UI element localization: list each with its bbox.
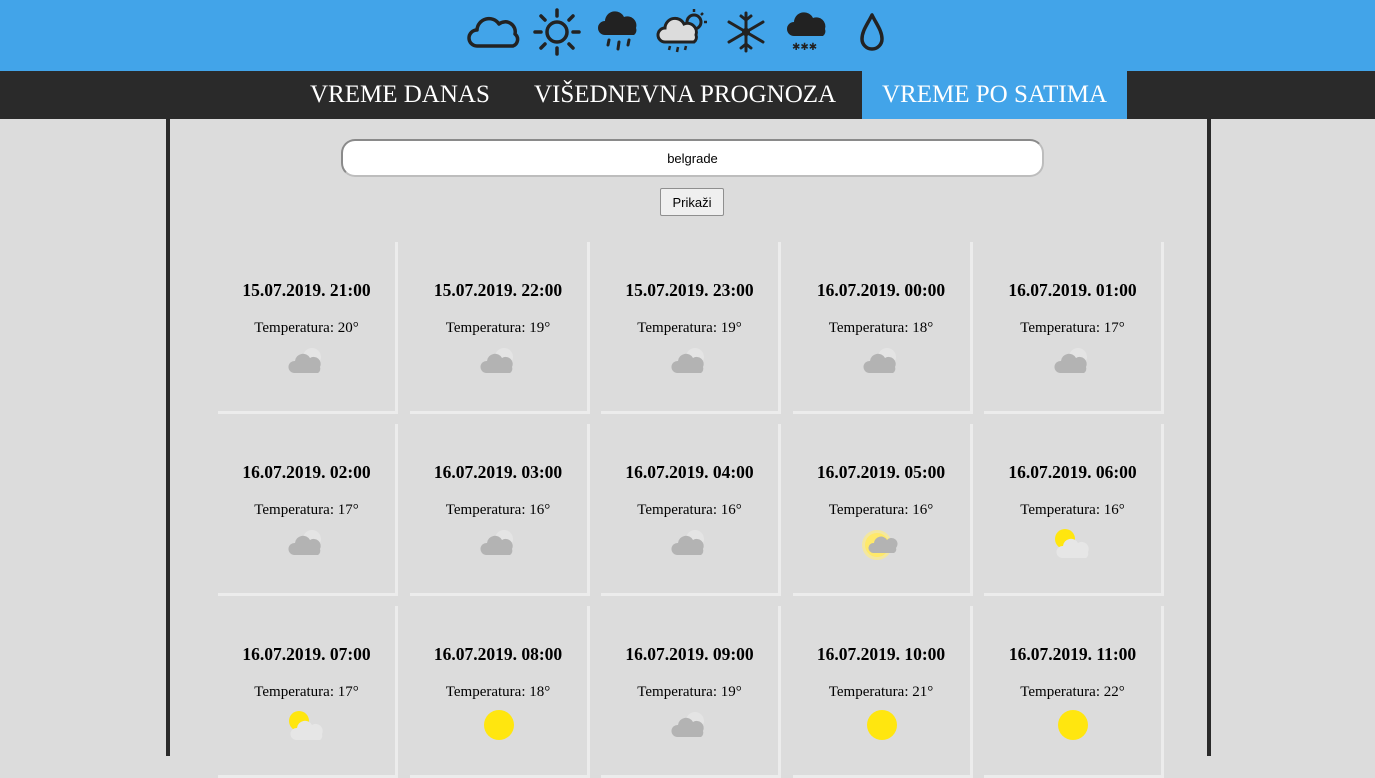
forecast-temperature: Temperatura: 19° [637, 320, 742, 336]
forecast-temperature: Temperatura: 21° [828, 684, 934, 700]
forecast-datetime: 16.07.2019. 06:00 [1008, 462, 1137, 482]
forecast-temperature: Temperatura: 19° [445, 320, 551, 336]
forecast-datetime: 16.07.2019. 11:00 [1008, 644, 1137, 664]
forecast-datetime: 16.07.2019. 01:00 [1008, 280, 1137, 300]
nav-item-visednevna-prognoza[interactable]: VIŠEDNEVNA PROGNOZA [514, 71, 856, 119]
cloud-icon [476, 343, 522, 379]
header-banner: ✱✱✱ [0, 0, 1375, 71]
forecast-datetime: 16.07.2019. 09:00 [625, 644, 754, 664]
cloud-icon [859, 343, 905, 379]
snowflake-icon [714, 6, 777, 58]
forecast-temperature: Temperatura: 16° [445, 502, 551, 518]
forecast-temperature: Temperatura: 17° [254, 502, 359, 518]
cloud-icon [476, 525, 522, 561]
forecast-card: 16.07.2019. 00:00 Temperatura: 18° [792, 242, 973, 414]
main-nav: VREME DANAS VIŠEDNEVNA PROGNOZA VREME PO… [0, 71, 1375, 119]
forecast-card: 16.07.2019. 05:00 Temperatura: 16° [792, 424, 973, 596]
forecast-datetime: 15.07.2019. 23:00 [625, 280, 754, 300]
nav-item-vreme-danas[interactable]: VREME DANAS [290, 71, 510, 119]
forecast-temperature: Temperatura: 16° [1020, 502, 1125, 518]
nav-item-vreme-po-satima[interactable]: VREME PO SATIMA [862, 71, 1127, 119]
city-search-input[interactable] [341, 139, 1044, 177]
forecast-card: 16.07.2019. 11:00 Temperatura: 22° [984, 606, 1164, 778]
forecast-temperature: Temperatura: 18° [445, 684, 551, 700]
partly-sunny-icon [284, 707, 330, 743]
forecast-temperature: Temperatura: 20° [254, 320, 359, 336]
forecast-datetime: 16.07.2019. 10:00 [816, 644, 946, 664]
forecast-card: 16.07.2019. 03:00 Temperatura: 16° [409, 424, 590, 596]
sun-icon [1050, 707, 1096, 743]
forecast-temperature: Temperatura: 18° [828, 320, 934, 336]
forecast-datetime: 15.07.2019. 21:00 [242, 280, 371, 300]
forecast-card: 16.07.2019. 04:00 Temperatura: 16° [601, 424, 781, 596]
forecast-card: 16.07.2019. 07:00 Temperatura: 17° [218, 606, 398, 778]
forecast-card: 16.07.2019. 02:00 Temperatura: 17° [218, 424, 398, 596]
sun-icon [476, 707, 522, 743]
sun-icon [525, 6, 588, 58]
cloud-icon [667, 707, 713, 743]
cloud-icon [284, 343, 330, 379]
cloud-icon [667, 343, 713, 379]
forecast-card: 16.07.2019. 01:00 Temperatura: 17° [984, 242, 1164, 414]
weather-icons-banner: ✱✱✱ [462, 6, 903, 58]
cloud-icon [462, 6, 525, 58]
forecast-datetime: 15.07.2019. 22:00 [433, 280, 563, 300]
main-content: Prikaži 15.07.2019. 21:00 Temperatura: 20… [166, 119, 1211, 778]
show-button[interactable]: Prikaži [660, 188, 724, 216]
cloud-icon [1050, 343, 1096, 379]
forecast-card: 15.07.2019. 22:00 Temperatura: 19° [409, 242, 590, 414]
drop-icon [840, 6, 903, 58]
forecast-temperature: Temperatura: 17° [254, 684, 359, 700]
snow-cloud-icon: ✱✱✱ [777, 6, 840, 58]
cloud-icon [667, 525, 713, 561]
forecast-datetime: 16.07.2019. 05:00 [816, 462, 946, 482]
forecast-datetime: 16.07.2019. 03:00 [433, 462, 563, 482]
rain-icon [588, 6, 651, 58]
forecast-card: 16.07.2019. 06:00 Temperatura: 16° [984, 424, 1164, 596]
forecast-temperature: Temperatura: 17° [1020, 320, 1125, 336]
forecast-card: 15.07.2019. 23:00 Temperatura: 19° [601, 242, 781, 414]
forecast-datetime: 16.07.2019. 00:00 [816, 280, 946, 300]
sun-behind-cloud-icon [859, 525, 905, 561]
sun-cloud-rain-icon [651, 6, 714, 58]
forecast-temperature: Temperatura: 22° [1020, 684, 1125, 700]
forecast-card: 16.07.2019. 10:00 Temperatura: 21° [792, 606, 973, 778]
svg-text:✱✱✱: ✱✱✱ [792, 42, 817, 53]
forecast-datetime: 16.07.2019. 07:00 [242, 644, 371, 664]
sun-icon [859, 707, 905, 743]
forecast-datetime: 16.07.2019. 02:00 [242, 462, 371, 482]
partly-sunny-icon [1050, 525, 1096, 561]
forecast-datetime: 16.07.2019. 04:00 [625, 462, 754, 482]
forecast-card: 15.07.2019. 21:00 Temperatura: 20° [218, 242, 398, 414]
forecast-temperature: Temperatura: 16° [637, 502, 742, 518]
forecast-temperature: Temperatura: 16° [828, 502, 934, 518]
forecast-card: 16.07.2019. 09:00 Temperatura: 19° [601, 606, 781, 778]
forecast-temperature: Temperatura: 19° [637, 684, 742, 700]
forecast-datetime: 16.07.2019. 08:00 [433, 644, 563, 664]
cloud-icon [284, 525, 330, 561]
forecast-card: 16.07.2019. 08:00 Temperatura: 18° [409, 606, 590, 778]
